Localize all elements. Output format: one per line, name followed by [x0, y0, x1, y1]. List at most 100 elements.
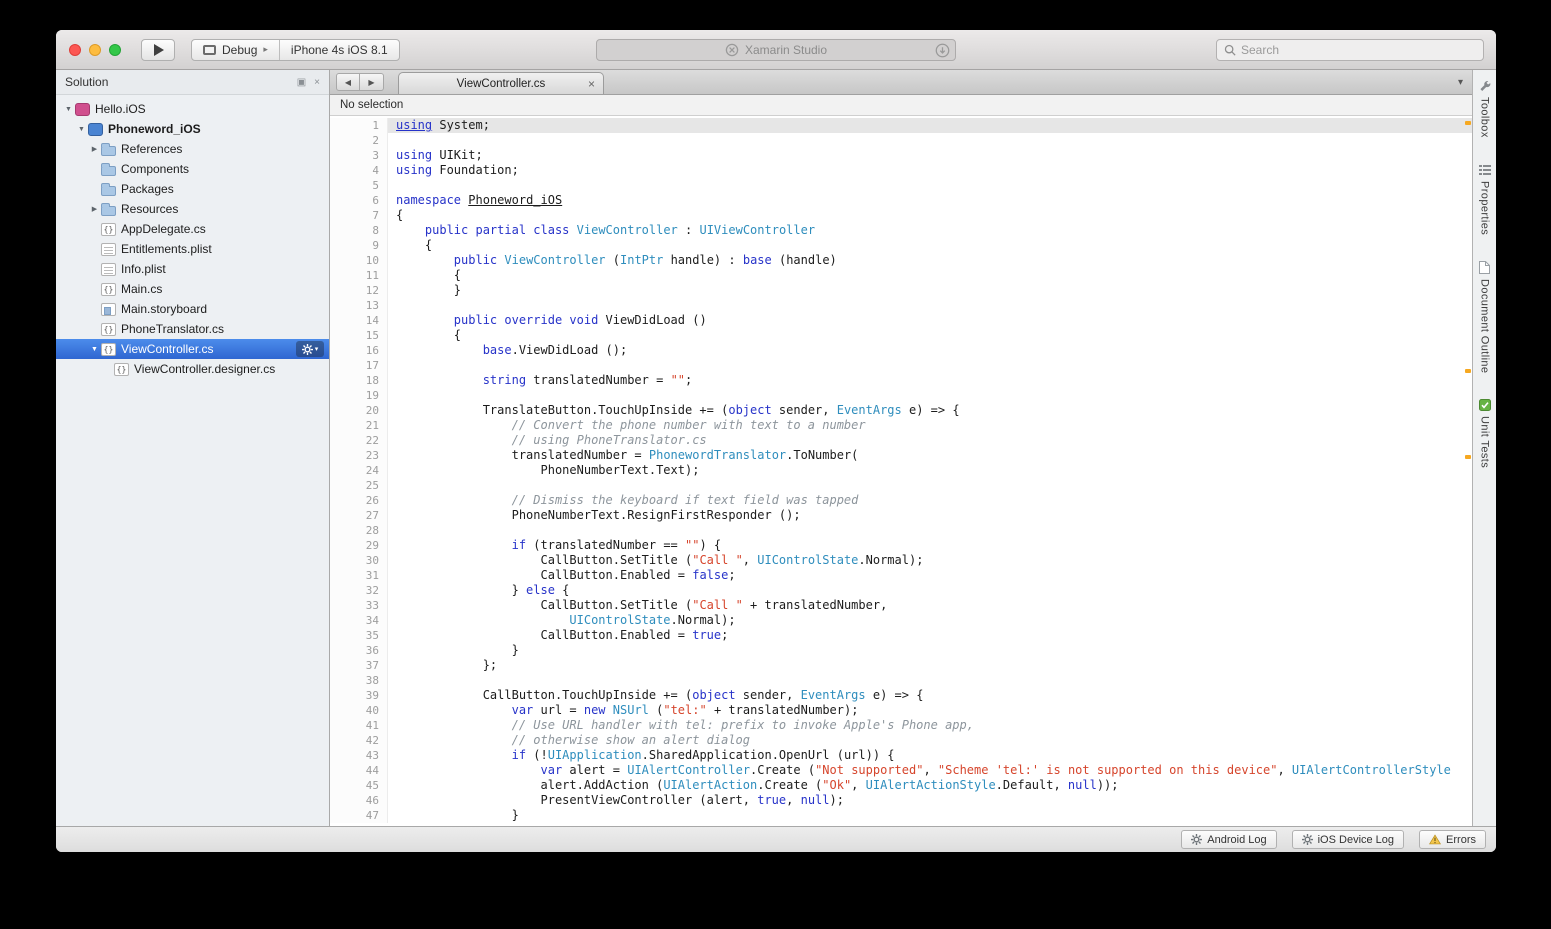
- code-line[interactable]: 47 }: [330, 808, 1472, 823]
- tree-item-viewcontroller-cs[interactable]: ▼{}ViewController.cs▾: [56, 339, 329, 359]
- line-number: 28: [330, 523, 388, 538]
- code-line[interactable]: 45 alert.AddAction (UIAlertAction.Create…: [330, 778, 1472, 793]
- code-line[interactable]: 1using System;: [330, 118, 1472, 133]
- navigate-forward-button[interactable]: ▶: [360, 73, 384, 91]
- code-line[interactable]: 2: [330, 133, 1472, 148]
- code-line[interactable]: 39 CallButton.TouchUpInside += (object s…: [330, 688, 1472, 703]
- tree-item-phoneword-ios[interactable]: ▼Phoneword_iOS: [56, 119, 329, 139]
- tab-close-icon[interactable]: ×: [588, 78, 595, 90]
- code-line[interactable]: 32 } else {: [330, 583, 1472, 598]
- code-line[interactable]: 6namespace Phoneword_iOS: [330, 193, 1472, 208]
- tree-item-info-plist[interactable]: Info.plist: [56, 259, 329, 279]
- code-line[interactable]: 17: [330, 358, 1472, 373]
- code-line[interactable]: 26 // Dismiss the keyboard if text field…: [330, 493, 1472, 508]
- tree-item-main-storyboard[interactable]: Main.storyboard: [56, 299, 329, 319]
- code-line[interactable]: 20 TranslateButton.TouchUpInside += (obj…: [330, 403, 1472, 418]
- code-text: CallButton.SetTitle ("Call " + translate…: [388, 598, 1472, 613]
- code-editor[interactable]: 1using System;23using UIKit;4using Found…: [330, 116, 1472, 826]
- run-button[interactable]: [141, 39, 175, 61]
- tree-item-references[interactable]: ▶References: [56, 139, 329, 159]
- code-line[interactable]: 22 // using PhoneTranslator.cs: [330, 433, 1472, 448]
- code-line[interactable]: 43 if (!UIApplication.SharedApplication.…: [330, 748, 1472, 763]
- code-line[interactable]: 31 CallButton.Enabled = false;: [330, 568, 1472, 583]
- overview-ruler[interactable]: [1463, 116, 1472, 826]
- dock-tab-toolbox[interactable]: Toolbox: [1479, 80, 1491, 138]
- code-line[interactable]: 46 PresentViewController (alert, true, n…: [330, 793, 1472, 808]
- status-action-icon[interactable]: [935, 43, 950, 58]
- tree-item-main-cs[interactable]: {}Main.cs: [56, 279, 329, 299]
- code-line[interactable]: 34 UIControlState.Normal);: [330, 613, 1472, 628]
- ios-device-log-button[interactable]: iOS Device Log: [1292, 830, 1404, 849]
- device-selector[interactable]: iPhone 4s iOS 8.1: [279, 40, 399, 60]
- code-line[interactable]: 11 {: [330, 268, 1472, 283]
- dock-pad-icon[interactable]: ▣: [297, 77, 306, 88]
- line-number: 11: [330, 268, 388, 283]
- code-line[interactable]: 8 public partial class ViewController : …: [330, 223, 1472, 238]
- code-line[interactable]: 42 // otherwise show an alert dialog: [330, 733, 1472, 748]
- code-line[interactable]: 25: [330, 478, 1472, 493]
- tree-item-phonetranslator-cs[interactable]: {}PhoneTranslator.cs: [56, 319, 329, 339]
- code-line[interactable]: 5: [330, 178, 1472, 193]
- code-line[interactable]: 44 var alert = UIAlertController.Create …: [330, 763, 1472, 778]
- tree-item-packages[interactable]: Packages: [56, 179, 329, 199]
- tree-item-viewcontroller-designer-cs[interactable]: {}ViewController.designer.cs: [56, 359, 329, 379]
- code-line[interactable]: 27 PhoneNumberText.ResignFirstResponder …: [330, 508, 1472, 523]
- tree-item-entitlements-plist[interactable]: Entitlements.plist: [56, 239, 329, 259]
- configuration-selector[interactable]: Debug ▸: [192, 40, 279, 60]
- code-line[interactable]: 30 CallButton.SetTitle ("Call ", UIContr…: [330, 553, 1472, 568]
- code-line[interactable]: 36 }: [330, 643, 1472, 658]
- minimize-window-button[interactable]: [89, 44, 101, 56]
- dock-tab-properties[interactable]: Properties: [1479, 164, 1491, 235]
- code-line[interactable]: 23 translatedNumber = PhonewordTranslato…: [330, 448, 1472, 463]
- tree-item-appdelegate-cs[interactable]: {}AppDelegate.cs: [56, 219, 329, 239]
- code-line[interactable]: 35 CallButton.Enabled = true;: [330, 628, 1472, 643]
- code-line[interactable]: 28: [330, 523, 1472, 538]
- disclosure-open-icon[interactable]: ▼: [88, 346, 101, 353]
- close-window-button[interactable]: [69, 44, 81, 56]
- code-line[interactable]: 9 {: [330, 238, 1472, 253]
- code-line[interactable]: 14 public override void ViewDidLoad (): [330, 313, 1472, 328]
- navigate-back-button[interactable]: ◀: [336, 73, 360, 91]
- code-text: [388, 178, 1472, 193]
- dock-tab-unit-tests[interactable]: Unit Tests: [1479, 399, 1491, 468]
- code-line[interactable]: 41 // Use URL handler with tel: prefix t…: [330, 718, 1472, 733]
- code-line[interactable]: 40 var url = new NSUrl ("tel:" + transla…: [330, 703, 1472, 718]
- android-log-button[interactable]: Android Log: [1181, 830, 1276, 849]
- code-line[interactable]: 13: [330, 298, 1472, 313]
- disclosure-closed-icon[interactable]: ▶: [88, 145, 101, 153]
- item-options-button[interactable]: ▾: [296, 341, 324, 357]
- disclosure-open-icon[interactable]: ▼: [62, 106, 75, 113]
- code-line[interactable]: 38: [330, 673, 1472, 688]
- close-pad-icon[interactable]: ×: [314, 77, 320, 88]
- tab-overflow-icon[interactable]: ▾: [1455, 77, 1466, 88]
- code-line[interactable]: 33 CallButton.SetTitle ("Call " + transl…: [330, 598, 1472, 613]
- code-line[interactable]: 12 }: [330, 283, 1472, 298]
- code-line[interactable]: 19: [330, 388, 1472, 403]
- code-line[interactable]: 15 {: [330, 328, 1472, 343]
- code-line[interactable]: 37 };: [330, 658, 1472, 673]
- tree-item-resources[interactable]: ▶Resources: [56, 199, 329, 219]
- overview-tick[interactable]: [1465, 369, 1471, 373]
- search-input[interactable]: [1241, 43, 1476, 57]
- tree-item-hello-ios[interactable]: ▼Hello.iOS: [56, 99, 329, 119]
- code-line[interactable]: 21 // Convert the phone number with text…: [330, 418, 1472, 433]
- tab-strip: ◀ ▶ ViewController.cs × ▾: [330, 70, 1472, 95]
- code-line[interactable]: 18 string translatedNumber = "";: [330, 373, 1472, 388]
- overview-tick[interactable]: [1465, 455, 1471, 459]
- tree-item-components[interactable]: Components: [56, 159, 329, 179]
- code-line[interactable]: 10 public ViewController (IntPtr handle)…: [330, 253, 1472, 268]
- overview-tick[interactable]: [1465, 121, 1471, 125]
- zoom-window-button[interactable]: [109, 44, 121, 56]
- dock-tab-document-outline[interactable]: Document Outline: [1479, 261, 1491, 373]
- code-text: };: [388, 658, 1472, 673]
- disclosure-closed-icon[interactable]: ▶: [88, 205, 101, 213]
- code-line[interactable]: 4using Foundation;: [330, 163, 1472, 178]
- code-line[interactable]: 7{: [330, 208, 1472, 223]
- disclosure-open-icon[interactable]: ▼: [75, 126, 88, 133]
- code-line[interactable]: 3using UIKit;: [330, 148, 1472, 163]
- code-line[interactable]: 16 base.ViewDidLoad ();: [330, 343, 1472, 358]
- code-line[interactable]: 24 PhoneNumberText.Text);: [330, 463, 1472, 478]
- code-line[interactable]: 29 if (translatedNumber == "") {: [330, 538, 1472, 553]
- tab-viewcontroller-cs[interactable]: ViewController.cs ×: [398, 72, 604, 94]
- errors-button[interactable]: Errors: [1419, 830, 1486, 849]
